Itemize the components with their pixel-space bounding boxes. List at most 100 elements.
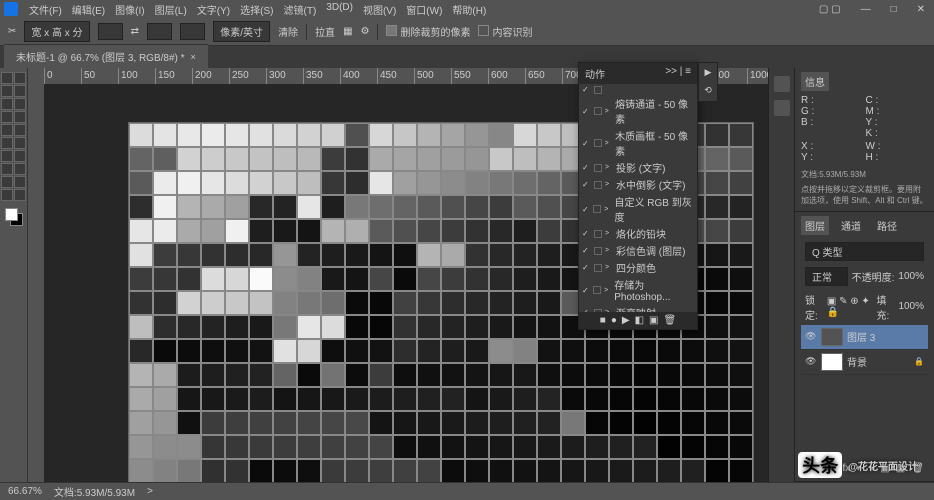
visibility-icon[interactable]: 👁 — [805, 356, 817, 367]
action-row[interactable]: ✓>水中倒影 (文字) — [579, 176, 697, 193]
stamp-tool[interactable] — [1, 124, 13, 136]
heal-tool[interactable] — [1, 111, 13, 123]
action-footer-icon[interactable]: ■ — [600, 315, 606, 326]
swap-icon[interactable]: ⇄ — [131, 26, 139, 37]
menu-item[interactable]: 选择(S) — [235, 0, 278, 19]
action-footer-icon[interactable]: ◧ — [635, 315, 644, 326]
color-swatches[interactable] — [5, 208, 23, 226]
menu-item[interactable]: 图层(L) — [150, 0, 192, 19]
menu-item[interactable]: 3D(D) — [321, 0, 358, 19]
action-check[interactable]: ✓ — [582, 246, 591, 255]
action-check[interactable]: ✓ — [582, 107, 591, 116]
expand-icon[interactable]: > — [605, 181, 613, 188]
layer-row[interactable]: 👁背景🔒 — [801, 350, 928, 375]
move-tool[interactable] — [1, 72, 13, 84]
action-row[interactable]: ✓>渐变映射 — [579, 304, 697, 312]
layers-tab[interactable]: 图层 — [801, 216, 829, 235]
expand-icon[interactable]: > — [605, 264, 613, 271]
paths-tab[interactable]: 路径 — [873, 216, 901, 235]
action-check[interactable]: ✓ — [582, 139, 591, 148]
action-dialog-icon[interactable] — [594, 139, 602, 147]
action-row[interactable]: ✓ — [579, 84, 697, 95]
eyedropper-tool[interactable] — [14, 98, 26, 110]
opacity-value[interactable]: 100% — [898, 271, 924, 282]
content-aware-checkbox[interactable]: 内容识别 — [478, 24, 532, 39]
menu-item[interactable]: 窗口(W) — [401, 0, 447, 19]
clear-button[interactable]: 清除 — [278, 24, 298, 39]
action-dialog-icon[interactable] — [594, 86, 602, 94]
channels-tab[interactable]: 通道 — [837, 216, 865, 235]
dodge-tool[interactable] — [14, 150, 26, 162]
hand-tool[interactable] — [1, 189, 13, 201]
zoom-level[interactable]: 66.67% — [8, 486, 42, 497]
delete-cropped-checkbox[interactable]: 删除裁剪的像素 — [386, 24, 470, 39]
actions-menu-icon[interactable]: >> | ≡ — [665, 66, 691, 81]
action-check[interactable]: ✓ — [582, 85, 591, 94]
crop-preset[interactable]: 宽 x 高 x 分 — [24, 21, 89, 42]
height-field[interactable] — [147, 23, 172, 40]
properties-panel-icon[interactable] — [774, 100, 790, 116]
crop-tool-icon[interactable]: ✂ — [8, 26, 16, 37]
menu-item[interactable]: 图像(I) — [110, 0, 149, 19]
action-footer-icon[interactable]: 🗑 — [664, 315, 677, 326]
action-check[interactable]: ✓ — [582, 263, 591, 272]
action-row[interactable]: ✓>自定义 RGB 到灰度 — [579, 193, 697, 225]
expand-icon[interactable]: > — [604, 287, 611, 294]
status-arrow-icon[interactable]: > — [147, 486, 153, 497]
lasso-tool[interactable] — [1, 85, 13, 97]
action-row[interactable]: ✓>熔铸通道 - 50 像素 — [579, 95, 697, 127]
crop-tool[interactable] — [1, 98, 13, 110]
settings-icon[interactable]: ⚙ — [361, 26, 370, 37]
type-tool[interactable] — [14, 163, 26, 175]
gradient-tool[interactable] — [14, 137, 26, 149]
action-footer-icon[interactable]: ▶ — [622, 315, 630, 326]
res-field[interactable] — [180, 23, 205, 40]
menu-item[interactable]: 滤镜(T) — [279, 0, 322, 19]
history-brush-tool[interactable] — [14, 124, 26, 136]
action-row[interactable]: ✓>投影 (文字) — [579, 159, 697, 176]
repeat-action-icon[interactable]: ⟲ — [702, 85, 714, 97]
unit-select[interactable]: 像素/英寸 — [213, 21, 270, 42]
shape-tool[interactable] — [14, 176, 26, 188]
action-row[interactable]: ✓>四分颜色 — [579, 259, 697, 276]
width-field[interactable] — [98, 23, 123, 40]
tab-close-icon[interactable]: × — [191, 52, 196, 62]
lock-icons[interactable]: ▣ ✎ ⊕ ✦ 🔒 — [827, 296, 873, 318]
path-tool[interactable] — [1, 176, 13, 188]
zoom-tool[interactable] — [14, 189, 26, 201]
info-tab[interactable]: 信息 — [801, 72, 829, 91]
expand-icon[interactable]: > — [605, 230, 613, 237]
menu-item[interactable]: 文件(F) — [24, 0, 67, 19]
extra-icons[interactable]: ▢ ▢ — [814, 2, 846, 17]
action-dialog-icon[interactable] — [594, 230, 602, 238]
marquee-tool[interactable] — [14, 72, 26, 84]
menu-item[interactable]: 文字(Y) — [192, 0, 235, 19]
blur-tool[interactable] — [1, 150, 13, 162]
expand-icon[interactable]: > — [605, 164, 613, 171]
document-tab[interactable]: 未标题-1 @ 66.7% (图层 3, RGB/8#) * × — [4, 44, 208, 68]
expand-icon[interactable]: > — [605, 247, 613, 254]
action-dialog-icon[interactable] — [594, 264, 602, 272]
action-dialog-icon[interactable] — [594, 181, 602, 189]
action-check[interactable]: ✓ — [582, 163, 591, 172]
action-footer-icon[interactable]: ● — [611, 315, 617, 326]
action-dialog-icon[interactable] — [593, 286, 601, 294]
menu-item[interactable]: 帮助(H) — [447, 0, 491, 19]
brush-tool[interactable] — [14, 111, 26, 123]
action-dialog-icon[interactable] — [594, 164, 602, 172]
eraser-tool[interactable] — [1, 137, 13, 149]
expand-icon[interactable]: > — [605, 108, 613, 115]
maximize-button[interactable]: □ — [886, 2, 902, 17]
expand-icon[interactable]: > — [605, 140, 613, 147]
pen-tool[interactable] — [1, 163, 13, 175]
overlay-icon[interactable]: ▦ — [343, 26, 352, 37]
action-dialog-icon[interactable] — [594, 107, 602, 115]
expand-icon[interactable]: > — [605, 309, 613, 312]
action-dialog-icon[interactable] — [593, 205, 601, 213]
action-row[interactable]: ✓>木质画框 - 50 像素 — [579, 127, 697, 159]
menu-item[interactable]: 视图(V) — [358, 0, 401, 19]
action-check[interactable]: ✓ — [582, 180, 591, 189]
action-check[interactable]: ✓ — [582, 286, 590, 295]
menu-item[interactable]: 编辑(E) — [67, 0, 110, 19]
blend-mode-select[interactable]: 正常 — [805, 267, 848, 286]
